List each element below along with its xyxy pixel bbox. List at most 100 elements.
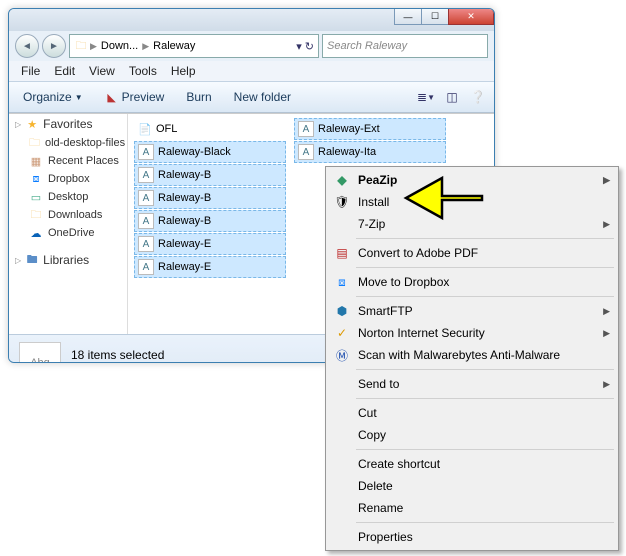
font-preview-icon: Abg	[19, 342, 61, 363]
menu-item-sendto[interactable]: Send to▶	[328, 373, 616, 395]
separator	[356, 522, 614, 523]
font-icon: A	[298, 121, 314, 137]
preview-button[interactable]: ◣Preview	[99, 88, 171, 106]
command-bar: Organize ▼ ◣Preview Burn New folder ≣ ▼ …	[9, 81, 494, 113]
norton-icon: ✓	[334, 325, 350, 341]
sidebar-item-onedrive[interactable]: ☁OneDrive	[9, 224, 127, 242]
dropdown-icon[interactable]: ▾	[296, 40, 302, 53]
menu-bar: File Edit View Tools Help	[9, 61, 494, 81]
submenu-arrow-icon: ▶	[603, 175, 610, 186]
submenu-arrow-icon: ▶	[603, 379, 610, 390]
menu-item-properties[interactable]: Properties	[328, 526, 616, 548]
help-icon[interactable]: ❔	[470, 89, 486, 105]
file-item[interactable]: ARaleway-E	[134, 233, 286, 255]
font-icon: A	[298, 144, 314, 160]
breadcrumb[interactable]: Raleway	[151, 39, 197, 53]
back-button[interactable]: ◄	[15, 34, 39, 58]
separator	[356, 369, 614, 370]
organize-button[interactable]: Organize ▼	[17, 88, 89, 106]
file-item[interactable]: ARaleway-B	[134, 164, 286, 186]
shield-icon: 🛡	[334, 194, 350, 210]
separator	[356, 267, 614, 268]
menu-item-7zip[interactable]: 7-Zip▶	[328, 213, 616, 235]
separator	[356, 398, 614, 399]
sidebar-item-desktop[interactable]: ▭Desktop	[9, 188, 127, 206]
file-item[interactable]: ARaleway-Ext	[294, 118, 446, 140]
menu-item-delete[interactable]: Delete	[328, 475, 616, 497]
preview-icon: ◣	[105, 90, 119, 104]
folder-icon: 🗀	[29, 208, 43, 222]
file-item[interactable]: 📄OFL	[134, 118, 286, 140]
onedrive-icon: ☁	[29, 226, 43, 240]
file-item[interactable]: ARaleway-Ita	[294, 141, 446, 163]
menu-tools[interactable]: Tools	[123, 62, 163, 80]
separator	[356, 238, 614, 239]
burn-button[interactable]: Burn	[180, 88, 217, 106]
submenu-arrow-icon: ▶	[603, 328, 610, 339]
breadcrumb[interactable]: Down...	[99, 39, 140, 53]
preview-pane-button[interactable]: ◫	[444, 89, 460, 105]
file-item[interactable]: ARaleway-E	[134, 256, 286, 278]
new-folder-button[interactable]: New folder	[228, 88, 297, 106]
view-mode-button[interactable]: ≣ ▼	[418, 89, 434, 105]
forward-button[interactable]: ►	[42, 34, 66, 58]
close-button[interactable]: ✕	[448, 9, 494, 25]
pdf-icon: ▤	[334, 245, 350, 261]
menu-item-copy[interactable]: Copy	[328, 424, 616, 446]
font-icon: A	[138, 213, 154, 229]
font-icon: A	[138, 167, 154, 183]
dropbox-icon: ⧈	[334, 274, 350, 290]
menu-item-shortcut[interactable]: Create shortcut	[328, 453, 616, 475]
submenu-arrow-icon: ▶	[603, 306, 610, 317]
smartftp-icon: ⬢	[334, 303, 350, 319]
file-item[interactable]: ARaleway-B	[134, 210, 286, 232]
refresh-icon[interactable]: ↻	[305, 40, 314, 53]
favorites-group[interactable]: ▷★Favorites	[9, 114, 127, 134]
text-file-icon: 📄	[138, 122, 152, 136]
folder-icon: 🗀	[74, 39, 88, 53]
libraries-group[interactable]: ▷🖿Libraries	[9, 250, 127, 270]
maximize-button[interactable]: ☐	[421, 9, 449, 25]
menu-item-smartftp[interactable]: ⬢SmartFTP▶	[328, 300, 616, 322]
sidebar-item-old-desktop[interactable]: 🗀old-desktop-files	[9, 134, 127, 152]
menu-file[interactable]: File	[15, 62, 46, 80]
peazip-icon: ◆	[334, 172, 350, 188]
submenu-arrow-icon: ▶	[603, 219, 610, 230]
menu-item-move-dropbox[interactable]: ⧈Move to Dropbox	[328, 271, 616, 293]
menu-item-cut[interactable]: Cut	[328, 402, 616, 424]
recent-icon: ▦	[29, 154, 43, 168]
star-icon: ★	[25, 117, 39, 131]
separator	[356, 296, 614, 297]
menu-help[interactable]: Help	[165, 62, 202, 80]
menu-item-peazip[interactable]: ◆PeaZip▶	[328, 169, 616, 191]
menu-item-install[interactable]: 🛡Install	[328, 191, 616, 213]
font-icon: A	[138, 236, 154, 252]
font-icon: A	[138, 144, 154, 160]
malwarebytes-icon: Ⓜ	[334, 347, 350, 363]
file-item[interactable]: ARaleway-B	[134, 187, 286, 209]
libraries-icon: 🖿	[25, 253, 39, 267]
dropbox-icon: ⧈	[29, 172, 43, 186]
selection-count: 18 items selected	[71, 348, 180, 363]
sidebar-item-recent[interactable]: ▦Recent Places	[9, 152, 127, 170]
context-menu: ◆PeaZip▶ 🛡Install 7-Zip▶ ▤Convert to Ado…	[325, 166, 619, 551]
minimize-button[interactable]: —	[394, 9, 422, 25]
menu-item-rename[interactable]: Rename	[328, 497, 616, 519]
menu-view[interactable]: View	[83, 62, 121, 80]
menu-item-pdf[interactable]: ▤Convert to Adobe PDF	[328, 242, 616, 264]
search-input[interactable]: Search Raleway	[322, 34, 488, 58]
menu-item-norton[interactable]: ✓Norton Internet Security▶	[328, 322, 616, 344]
file-item[interactable]: ARaleway-Black	[134, 141, 286, 163]
menu-edit[interactable]: Edit	[48, 62, 81, 80]
desktop-icon: ▭	[29, 190, 43, 204]
nav-pane: ▷★Favorites 🗀old-desktop-files ▦Recent P…	[9, 114, 128, 334]
separator	[356, 449, 614, 450]
title-bar: — ☐ ✕	[9, 9, 494, 31]
folder-icon: 🗀	[29, 136, 40, 150]
menu-item-malwarebytes[interactable]: ⓂScan with Malwarebytes Anti-Malware	[328, 344, 616, 366]
font-icon: A	[138, 259, 154, 275]
sidebar-item-downloads[interactable]: 🗀Downloads	[9, 206, 127, 224]
address-row: ◄ ► 🗀 ▶ Down... ▶ Raleway ▾↻ Search Rale…	[9, 31, 494, 61]
sidebar-item-dropbox[interactable]: ⧈Dropbox	[9, 170, 127, 188]
address-bar[interactable]: 🗀 ▶ Down... ▶ Raleway ▾↻	[69, 34, 319, 58]
